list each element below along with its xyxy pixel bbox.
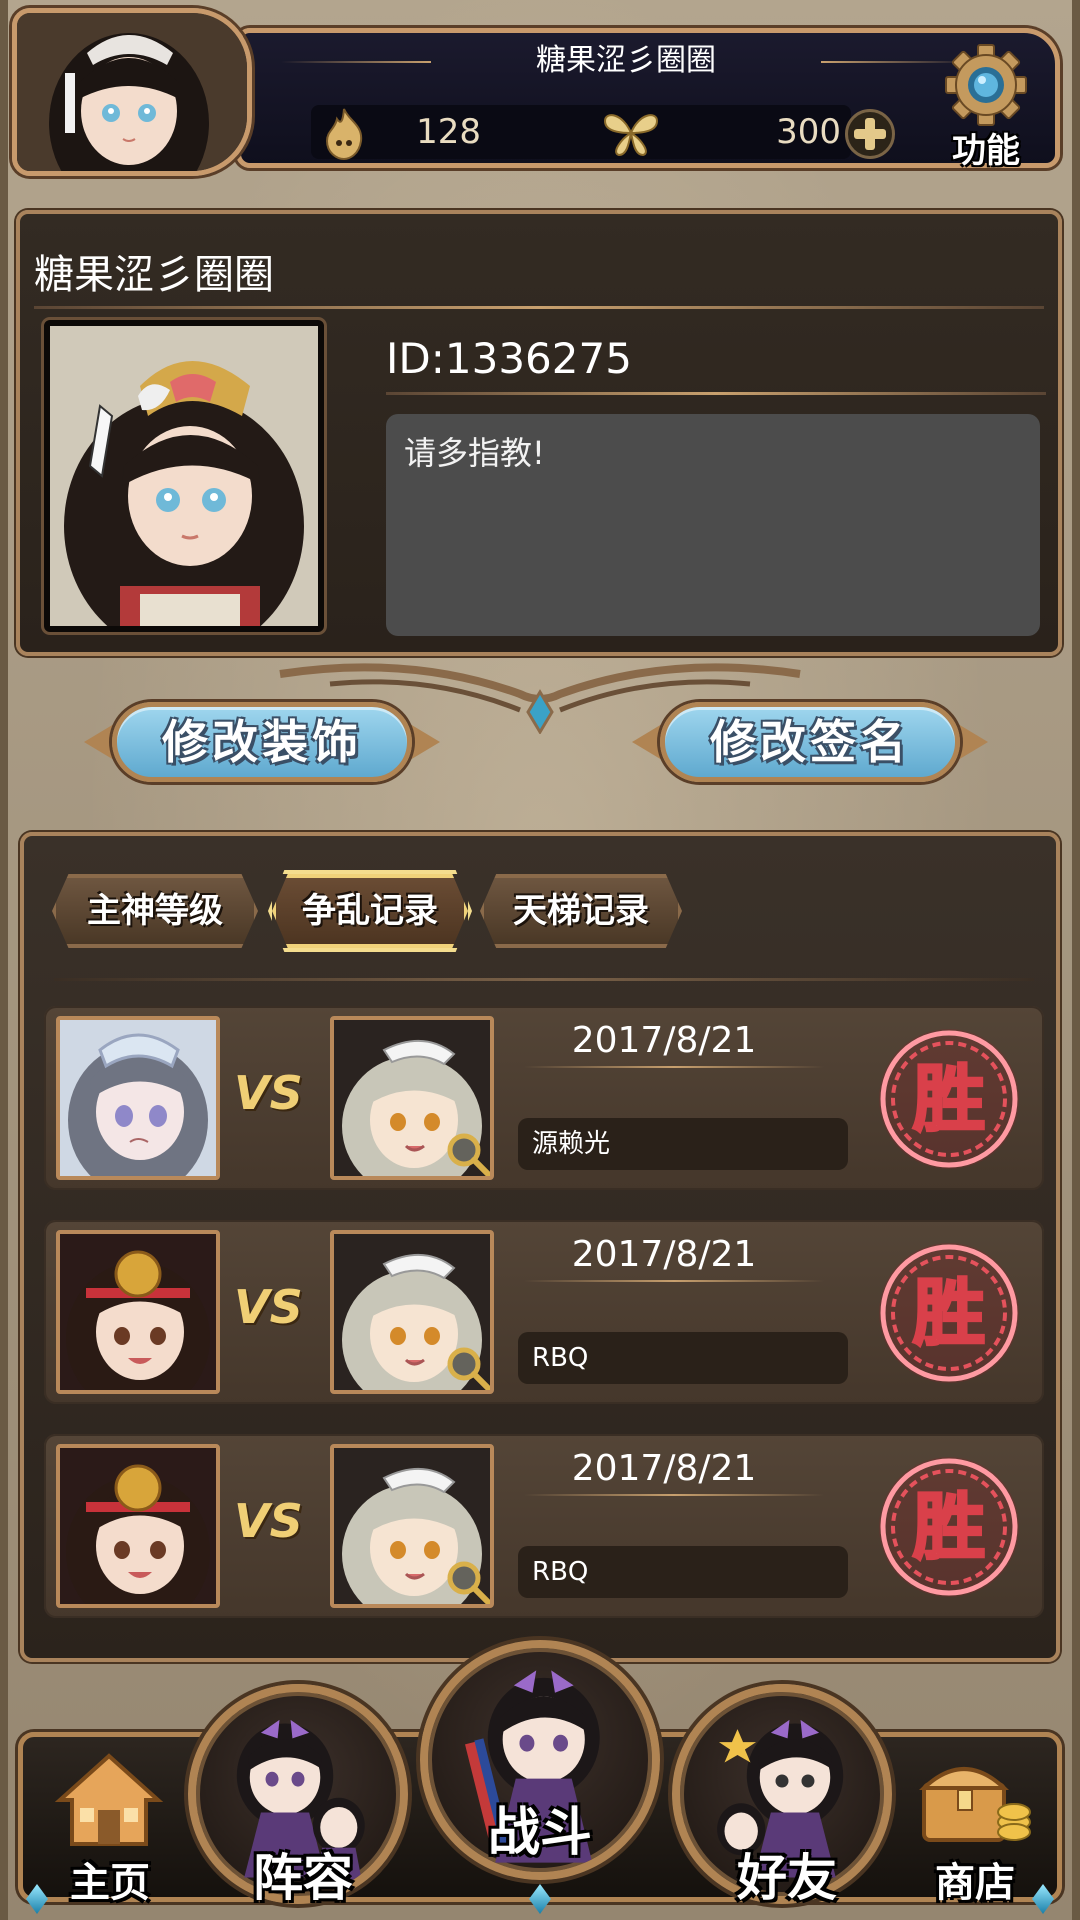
profile-panel: 糖果涩彡圈圈 ID:1336275 请多指教!: [16, 210, 1062, 656]
button-wing-right: [958, 724, 988, 760]
vs-label: VS: [234, 1280, 303, 1334]
win-text: 胜: [913, 1271, 985, 1355]
top-header: 糖果涩彡圈圈 128 300 功能: [0, 0, 1080, 180]
function-label: 功能: [952, 131, 1020, 171]
nav-battle-label: 战斗: [487, 1803, 592, 1863]
own-portrait[interactable]: [56, 1230, 220, 1394]
record-row: VS 2017/8/21 RBQ 胜: [44, 1434, 1044, 1618]
tab-ladder-records[interactable]: 天梯记录: [480, 874, 682, 948]
signature-text: 请多指教!: [386, 414, 1040, 636]
tab-label: 主神等级: [87, 891, 223, 931]
own-character-art: [60, 1234, 216, 1390]
own-portrait[interactable]: [56, 1016, 220, 1180]
opponent-portrait[interactable]: [330, 1230, 494, 1394]
profile-portrait-art: [50, 326, 318, 656]
edit-signature-label: 修改签名: [710, 715, 910, 769]
record-date: 2017/8/21: [571, 1020, 757, 1061]
tab-god-level[interactable]: 主神等级: [52, 874, 258, 948]
nav-shop-label: 商店: [935, 1860, 1015, 1906]
date-divider: [524, 1494, 824, 1496]
opponent-name: RBQ: [518, 1546, 848, 1598]
edit-signature-button[interactable]: 修改签名: [630, 694, 990, 790]
win-badge: 胜: [879, 1029, 1019, 1169]
vs-label: VS: [234, 1494, 303, 1548]
records-panel: 主神等级 争乱记录 天梯记录 VS 2017/8/21 源赖光 胜 VS 201…: [20, 832, 1060, 1662]
player-id: ID:1336275: [386, 334, 632, 383]
nav-home[interactable]: 主页: [40, 1750, 180, 1906]
win-badge: 胜: [879, 1457, 1019, 1597]
edit-decoration-label: 修改装饰: [162, 715, 362, 769]
tab-label: 天梯记录: [513, 891, 649, 931]
flame-icon: [325, 108, 363, 161]
add-currency-button[interactable]: [845, 109, 895, 159]
nav-home-label: 主页: [70, 1860, 150, 1906]
player-name: 糖果涩彡圈圈: [536, 43, 716, 78]
bottom-navigation: 主页 阵容 战斗 好友 商店: [0, 1640, 1080, 1920]
button-wing-left: [632, 724, 662, 760]
magnify-icon[interactable]: [444, 1130, 492, 1178]
name-ornament-left: [281, 61, 431, 63]
profile-portrait[interactable]: [44, 320, 324, 656]
opponent-portrait[interactable]: [330, 1016, 494, 1180]
button-wing-right: [410, 724, 440, 760]
opponent-name: RBQ: [518, 1332, 848, 1384]
edit-decoration-button[interactable]: 修改装饰: [82, 694, 442, 790]
win-text: 胜: [913, 1057, 985, 1141]
own-portrait[interactable]: [56, 1444, 220, 1608]
win-badge: 胜: [879, 1243, 1019, 1383]
player-avatar-frame[interactable]: [12, 8, 252, 176]
flame-count: 128: [416, 112, 481, 152]
player-avatar: [17, 13, 247, 171]
butterfly-icon: [603, 114, 659, 157]
win-text: 胜: [913, 1485, 985, 1569]
date-divider: [524, 1280, 824, 1282]
id-divider: [386, 392, 1046, 395]
butterfly-count: 300: [776, 112, 841, 152]
tab-conflict-records[interactable]: 争乱记录: [268, 870, 472, 952]
opponent-name: 源赖光: [518, 1118, 848, 1170]
nav-lineup-label: 阵容: [253, 1849, 353, 1907]
record-row: VS 2017/8/21 源赖光 胜: [44, 1006, 1044, 1190]
treasure-chest-icon: [918, 1767, 1031, 1842]
profile-divider: [34, 306, 1044, 309]
vs-label: VS: [234, 1066, 303, 1120]
opponent-portrait[interactable]: [330, 1444, 494, 1608]
record-date: 2017/8/21: [571, 1234, 757, 1275]
profile-name: 糖果涩彡圈圈: [34, 252, 274, 298]
nav-shop[interactable]: 商店: [900, 1750, 1050, 1906]
player-info-bar: 糖果涩彡圈圈 128 300 功能: [236, 28, 1060, 171]
button-wing-left: [84, 724, 114, 760]
home-icon: [54, 1753, 164, 1846]
function-menu-button[interactable]: 功能: [921, 43, 1051, 171]
record-date: 2017/8/21: [571, 1448, 757, 1489]
record-row: VS 2017/8/21 RBQ 胜: [44, 1220, 1044, 1404]
date-divider: [524, 1066, 824, 1068]
magnify-icon[interactable]: [444, 1558, 492, 1606]
own-character-art: [60, 1020, 216, 1176]
tab-label: 争乱记录: [302, 891, 438, 931]
own-character-art: [60, 1448, 216, 1604]
nav-friends-label: 好友: [737, 1849, 837, 1907]
plus-icon: [854, 118, 886, 150]
records-divider: [54, 978, 1034, 981]
magnify-icon[interactable]: [444, 1344, 492, 1392]
